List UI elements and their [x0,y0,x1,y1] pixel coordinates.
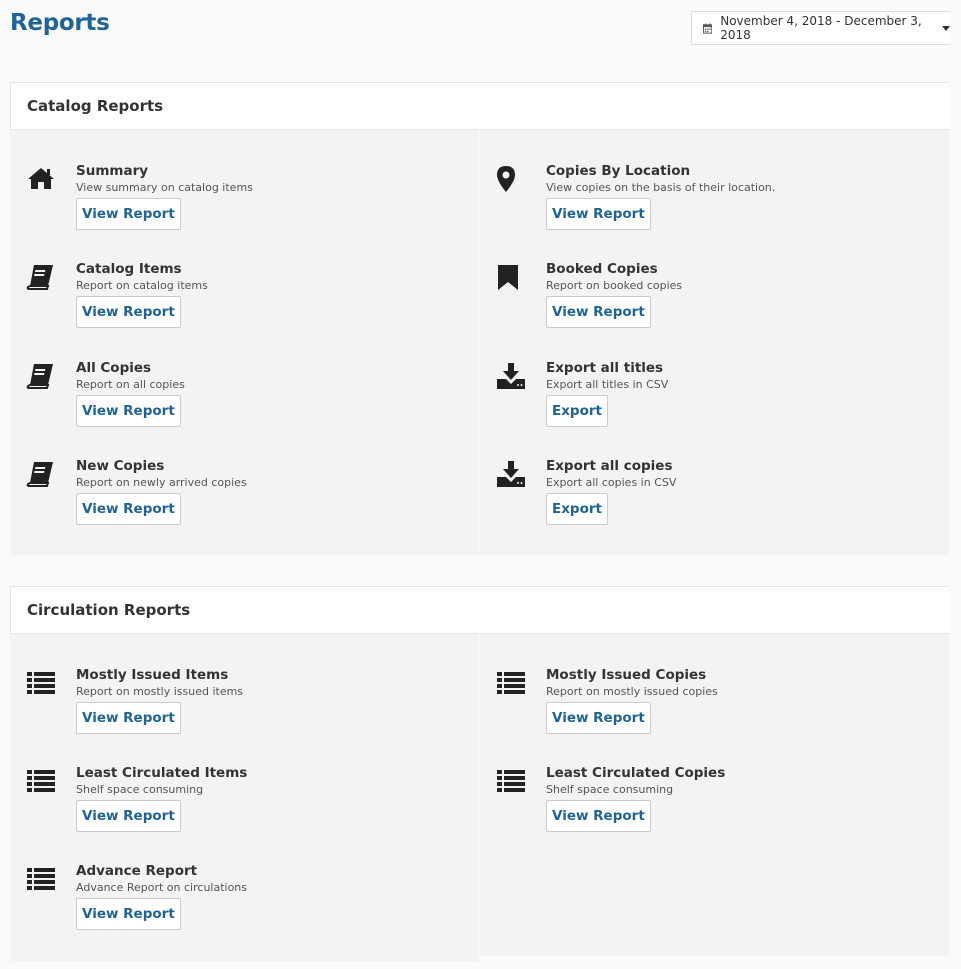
report-item-mostly-issued-items: Mostly Issued Items Report on mostly iss… [10,659,470,757]
report-title: Export all titles [546,360,664,376]
report-description: Report on mostly issued items [76,685,244,698]
report-title: Advance Report [76,863,198,879]
report-title: Summary [76,163,149,179]
view-report-button[interactable]: View Report [546,198,651,230]
circulation-reports-panel: Circulation Reports Mostly Issued Items … [10,586,949,961]
panel-title: Circulation Reports [10,586,949,634]
report-item-booked-copies: Booked Copies Report on booked copies Vi… [480,253,940,351]
report-title: Least Circulated Items [76,765,248,781]
book-icon [26,362,56,390]
date-range-label: November 4, 2018 - December 3, 2018 [720,14,922,42]
catalog-reports-panel: Catalog Reports Summary View summary on … [10,82,949,555]
circulation-right-column: Mostly Issued Copies Report on mostly is… [480,634,949,956]
caret-down-icon [942,25,950,31]
book-icon [26,460,56,488]
report-title: Export all copies [546,458,673,474]
view-report-button[interactable]: View Report [76,702,181,734]
report-item-summary: Summary View summary on catalog items Vi… [10,155,470,253]
report-title: Booked Copies [546,261,658,277]
report-title: Copies By Location [546,163,691,179]
circulation-left-column: Mostly Issued Items Report on mostly iss… [10,634,479,961]
report-item-advance-report: Advance Report Advance Report on circula… [10,855,470,953]
bookmark-icon [496,263,526,291]
list-icon [496,669,526,697]
view-report-button[interactable]: View Report [76,800,181,832]
panel-title: Catalog Reports [10,82,949,130]
view-report-button[interactable]: View Report [546,800,651,832]
view-report-button[interactable]: View Report [546,702,651,734]
report-item-least-circulated-copies: Least Circulated Copies Shelf space cons… [480,757,940,855]
download-icon [496,460,526,488]
export-button[interactable]: Export [546,395,608,427]
report-description: Export all copies in CSV [546,476,677,489]
calendar-icon [703,22,713,34]
view-report-button[interactable]: View Report [76,395,181,427]
report-item-export-all-titles: Export all titles Export all titles in C… [480,352,940,450]
report-description: Shelf space consuming [76,783,204,796]
book-icon [26,263,56,291]
report-item-least-circulated-items: Least Circulated Items Shelf space consu… [10,757,470,855]
view-report-button[interactable]: View Report [76,198,181,230]
report-description: Report on booked copies [546,279,683,292]
report-title: Mostly Issued Copies [546,667,707,683]
report-item-mostly-issued-copies: Mostly Issued Copies Report on mostly is… [480,659,940,757]
report-title: New Copies [76,458,165,474]
view-report-button[interactable]: View Report [76,296,181,328]
catalog-right-column: Copies By Location View copies on the ba… [480,130,949,555]
report-item-all-copies: All Copies Report on all copies View Rep… [10,352,470,450]
report-description: Report on newly arrived copies [76,476,247,489]
report-item-catalog-items: Catalog Items Report on catalog items Vi… [10,253,470,351]
export-button[interactable]: Export [546,493,608,525]
report-description: Report on all copies [76,378,185,391]
report-description: Shelf space consuming [546,783,674,796]
report-item-export-all-copies: Export all copies Export all copies in C… [480,450,940,548]
report-item-copies-by-location: Copies By Location View copies on the ba… [480,155,940,253]
report-description: View copies on the basis of their locati… [546,181,776,194]
list-icon [26,767,56,795]
list-icon [26,865,56,893]
view-report-button[interactable]: View Report [546,296,651,328]
report-title: All Copies [76,360,152,376]
report-description: Report on catalog items [76,279,208,292]
report-item-new-copies: New Copies Report on newly arrived copie… [10,450,470,548]
report-description: Export all titles in CSV [546,378,669,391]
home-icon [26,165,56,193]
report-title: Catalog Items [76,261,182,277]
download-icon [496,362,526,390]
report-description: View summary on catalog items [76,181,253,194]
date-range-picker[interactable]: November 4, 2018 - December 3, 2018 [691,11,950,45]
view-report-button[interactable]: View Report [76,898,181,930]
view-report-button[interactable]: View Report [76,493,181,525]
list-icon [26,669,56,697]
catalog-left-column: Summary View summary on catalog items Vi… [10,130,479,555]
list-icon [496,767,526,795]
report-title: Least Circulated Copies [546,765,726,781]
map-marker-icon [496,165,526,193]
report-title: Mostly Issued Items [76,667,229,683]
report-description: Report on mostly issued copies [546,685,718,698]
report-description: Advance Report on circulations [76,881,248,894]
page-title: Reports [10,10,110,36]
